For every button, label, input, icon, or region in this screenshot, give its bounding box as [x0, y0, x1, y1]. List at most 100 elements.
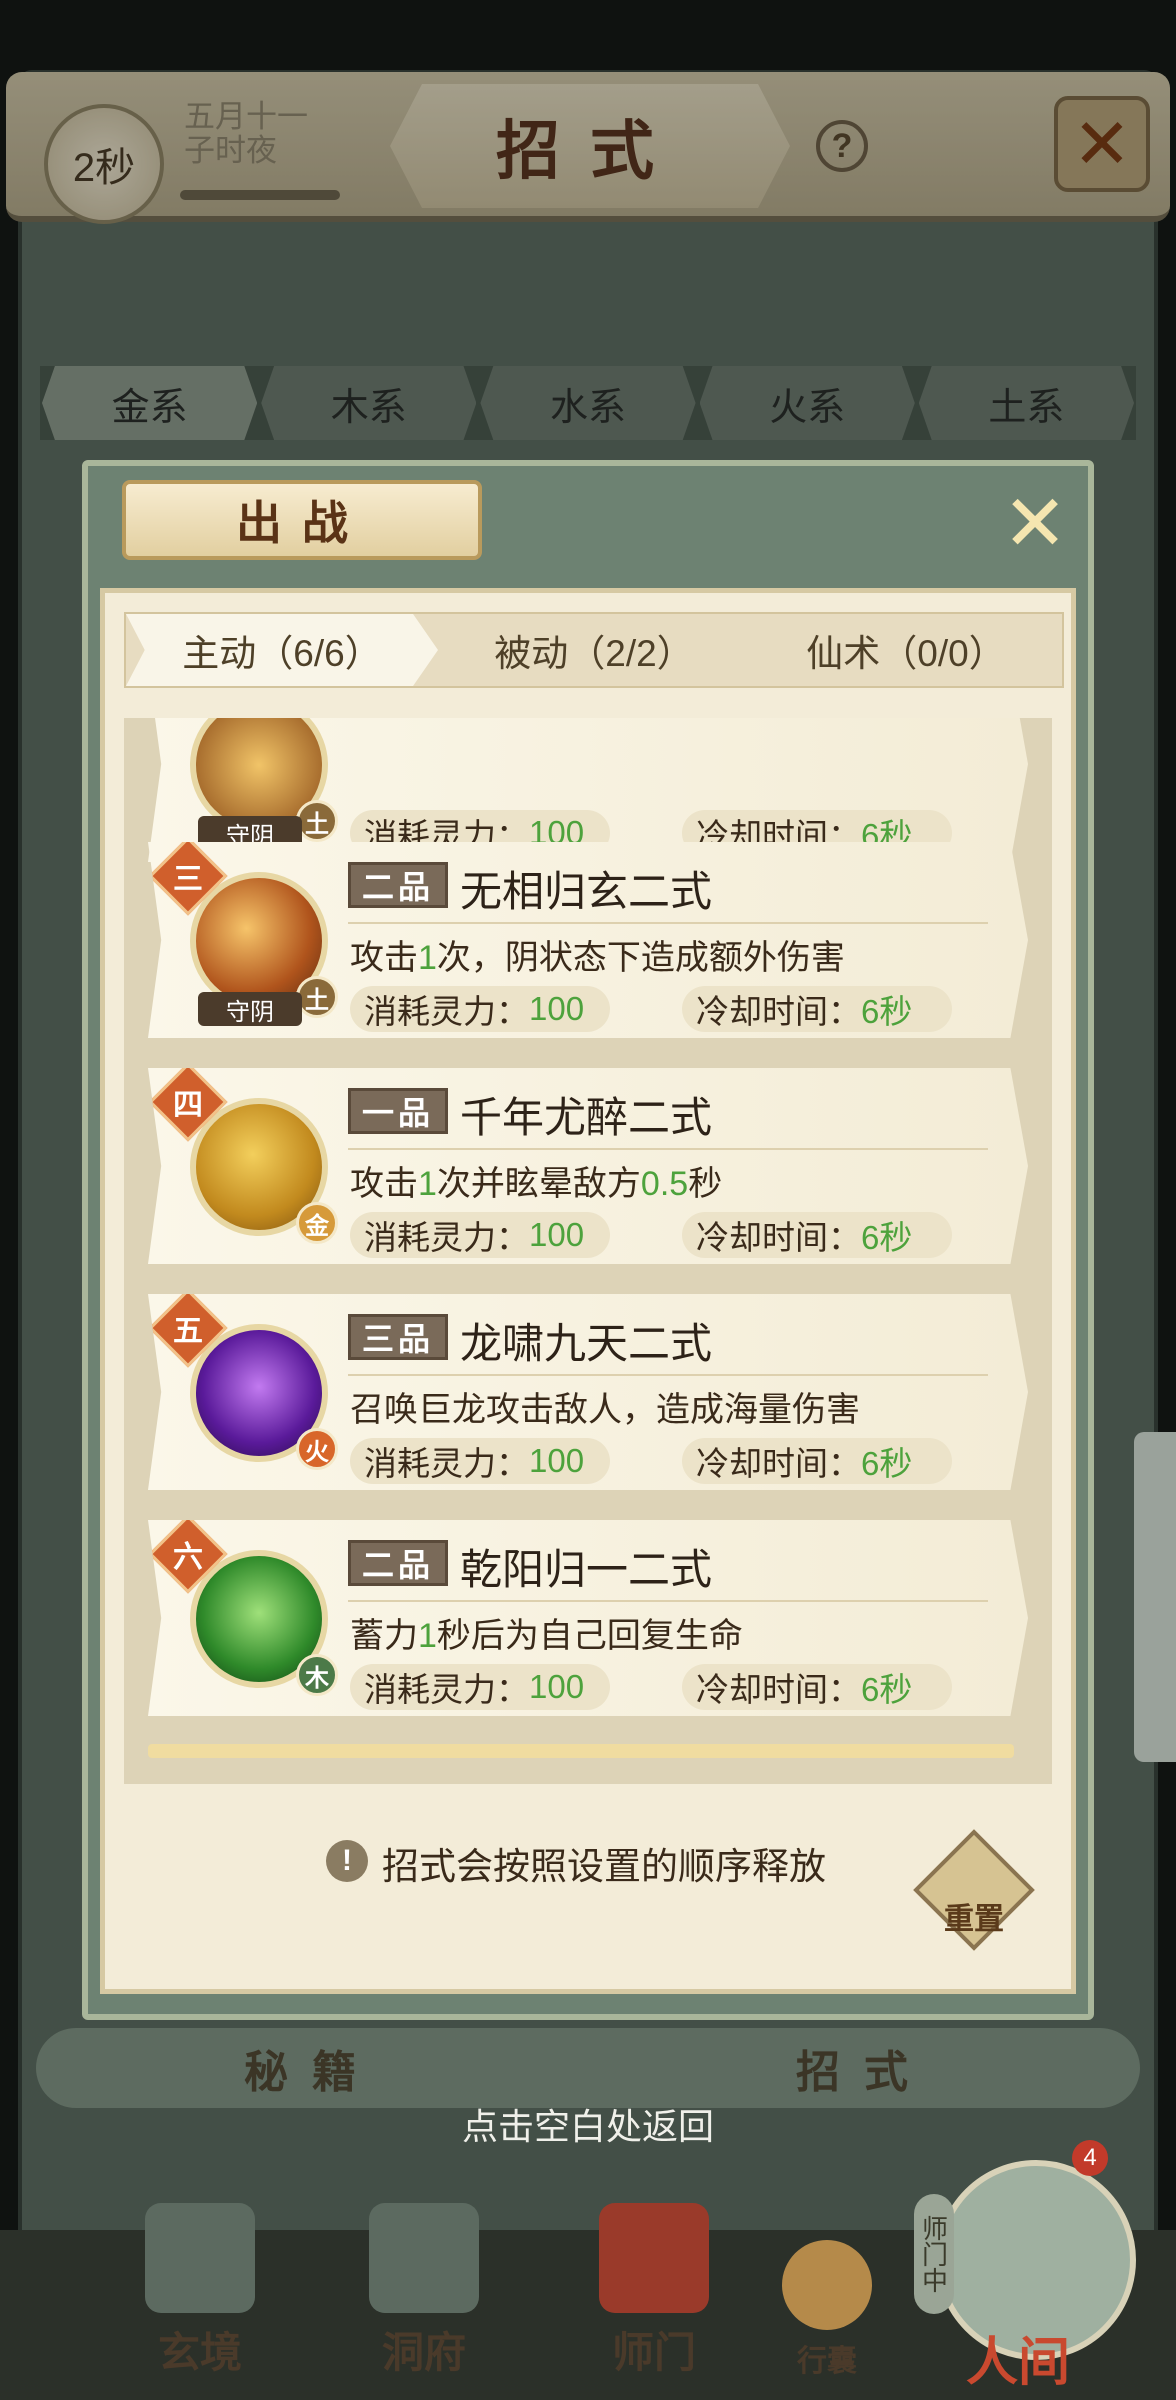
desc-number: 1	[418, 939, 437, 977]
desc-text: 次并眩晕敌方	[436, 1165, 641, 1203]
yin-tag: 守阴	[198, 992, 302, 1026]
cost-pill: 消耗灵力： 100	[350, 1664, 610, 1710]
info-icon: !	[326, 1840, 368, 1882]
desc-text: 攻击	[350, 939, 418, 977]
cost-label: 消耗灵力：	[364, 1671, 529, 1708]
skill-name: 千年尤醉二式	[460, 1094, 713, 1141]
cooldown-pill: 冷却时间： 6秒	[682, 1212, 952, 1258]
skill-name: 龙啸九天二式	[460, 1320, 713, 1367]
world-label: 人间	[966, 2332, 1071, 2393]
reset-label: 重置	[944, 1903, 1004, 1936]
cooldown-value: 6秒	[861, 993, 913, 1030]
desc-number: 1	[418, 1617, 437, 1655]
skill-card[interactable]: 六 木 二品 乾阳归一二式 蓄力1秒后为自己回复生命 消耗灵力： 100 冷却时间…	[148, 1520, 1028, 1716]
close-icon: ✕	[1002, 478, 1068, 567]
sub-tabs: 秘籍 招式	[36, 2028, 1140, 2108]
element-badge: 木	[296, 1654, 338, 1696]
reset-button[interactable]: 重置	[913, 1829, 1035, 1951]
cooldown-value: 6秒	[861, 1445, 913, 1482]
bag-icon	[782, 2240, 872, 2330]
scroll-icon	[145, 2203, 255, 2313]
skill-name: 无相归玄二式	[460, 868, 713, 915]
grade-badge: 二品	[348, 1540, 448, 1586]
divider	[348, 1600, 988, 1602]
cooldown-label: 冷却时间：	[696, 1671, 861, 1708]
desc-text: 次，阴状态下造成额外伤害	[436, 939, 845, 977]
modal-title: 出战	[236, 496, 368, 550]
side-scroll-handle[interactable]	[1134, 1432, 1176, 1762]
cost-pill: 消耗灵力： 100	[350, 986, 610, 1032]
skill-description: 攻击1次并眩晕敌方0.5秒	[350, 1156, 722, 1205]
divider	[348, 922, 988, 924]
skill-list[interactable]: 土 守阴 消耗灵力： 100 冷却时间： 6秒 三 土 守阴 二品 无相归玄二式 攻…	[124, 718, 1052, 1784]
element-badge: 金	[296, 1202, 338, 1244]
nav-label: 师门	[611, 2328, 696, 2377]
rank-number: 六	[173, 1541, 203, 1574]
desc-text: 蓄力	[350, 1617, 418, 1655]
cost-value: 100	[529, 990, 585, 1027]
skill-type-tabs: 主动（6/6） 被动（2/2） 仙术（0/0）	[124, 612, 1064, 688]
skill-description: 攻击1次，阴状态下造成额外伤害	[350, 930, 845, 979]
cost-pill: 消耗灵力： 100	[350, 1212, 610, 1258]
cooldown-label: 冷却时间：	[696, 1445, 861, 1482]
grade-badge: 二品	[348, 862, 448, 908]
cost-label: 消耗灵力：	[364, 993, 529, 1030]
desc-number: 0.5	[640, 1165, 689, 1203]
modal-close-button[interactable]: ✕	[994, 479, 1076, 567]
nav-label: 行囊	[797, 2344, 857, 2379]
cooldown-pill: 冷却时间： 6秒	[682, 1664, 952, 1710]
notification-badge: 4	[1072, 2140, 1108, 2176]
cost-value: 100	[529, 1442, 585, 1479]
order-hint: 招式会按照设置的顺序释放	[382, 1846, 826, 1887]
cooldown-label: 冷却时间：	[696, 1219, 861, 1256]
skill-description: 蓄力1秒后为自己回复生命	[350, 1608, 743, 1657]
desc-text: 召唤巨龙攻击敌人，造成海量伤害	[350, 1391, 860, 1429]
modal-title-plate: 出战	[122, 480, 482, 560]
cost-label: 消耗灵力：	[364, 1445, 529, 1482]
nav-xuanjing[interactable]: 玄境	[120, 2200, 280, 2380]
world-button[interactable]: 师门中 4 人间	[906, 2140, 1146, 2393]
nav-label: 玄境	[157, 2328, 242, 2377]
desc-text: 秒后为自己回复生命	[436, 1617, 743, 1655]
tab-passive-skills[interactable]: 被动（2/2）	[438, 614, 750, 686]
nav-bag[interactable]: 行囊	[762, 2200, 892, 2380]
cooldown-label: 冷却时间：	[696, 993, 861, 1030]
skill-card[interactable]: 四 金 一品 千年尤醉二式 攻击1次并眩晕敌方0.5秒 消耗灵力： 100 冷却时…	[148, 1068, 1028, 1264]
pavilion-icon	[369, 2203, 479, 2313]
rank-number: 五	[173, 1315, 203, 1348]
cost-value: 100	[529, 1668, 585, 1705]
tab-moves[interactable]: 招式	[588, 2028, 1140, 2108]
tab-manuals[interactable]: 秘籍	[36, 2028, 588, 2108]
desc-text: 攻击	[350, 1165, 418, 1203]
desc-number: 1	[418, 1165, 437, 1203]
cost-value: 100	[529, 1216, 585, 1253]
rank-number: 三	[173, 863, 203, 896]
divider	[348, 1374, 988, 1376]
nav-dongfu[interactable]: 洞府	[344, 2200, 504, 2380]
skill-name: 乾阳归一二式	[460, 1546, 713, 1593]
list-end-bar	[148, 1744, 1014, 1758]
sect-status-tag: 师门中	[914, 2194, 954, 2314]
cooldown-value: 6秒	[861, 1671, 913, 1708]
element-badge: 土	[296, 800, 338, 842]
skill-description: 召唤巨龙攻击敌人，造成海量伤害	[350, 1382, 860, 1431]
rank-number: 四	[173, 1089, 203, 1122]
tab-spell-skills[interactable]: 仙术（0/0）	[750, 614, 1062, 686]
skill-card[interactable]: 三 土 守阴 二品 无相归玄二式 攻击1次，阴状态下造成额外伤害 消耗灵力： 10…	[148, 842, 1028, 1038]
desc-text: 秒	[688, 1165, 723, 1203]
nav-shimen[interactable]: 师门	[574, 2200, 734, 2380]
grade-badge: 三品	[348, 1314, 448, 1360]
element-badge: 火	[296, 1428, 338, 1470]
banner-icon	[599, 2203, 709, 2313]
nav-label: 洞府	[381, 2328, 466, 2377]
cost-label: 消耗灵力：	[364, 1219, 529, 1256]
cost-pill: 消耗灵力： 100	[350, 1438, 610, 1484]
divider	[348, 1148, 988, 1150]
tab-active-skills[interactable]: 主动（6/6）	[126, 614, 438, 686]
cooldown-pill: 冷却时间： 6秒	[682, 1438, 952, 1484]
skill-card[interactable]: 五 火 三品 龙啸九天二式 召唤巨龙攻击敌人，造成海量伤害 消耗灵力： 100 冷…	[148, 1294, 1028, 1490]
grade-badge: 一品	[348, 1088, 448, 1134]
element-badge: 土	[296, 976, 338, 1018]
skill-card-partial[interactable]: 土 守阴 消耗灵力： 100 冷却时间： 6秒	[148, 718, 1028, 862]
cooldown-pill: 冷却时间： 6秒	[682, 986, 952, 1032]
